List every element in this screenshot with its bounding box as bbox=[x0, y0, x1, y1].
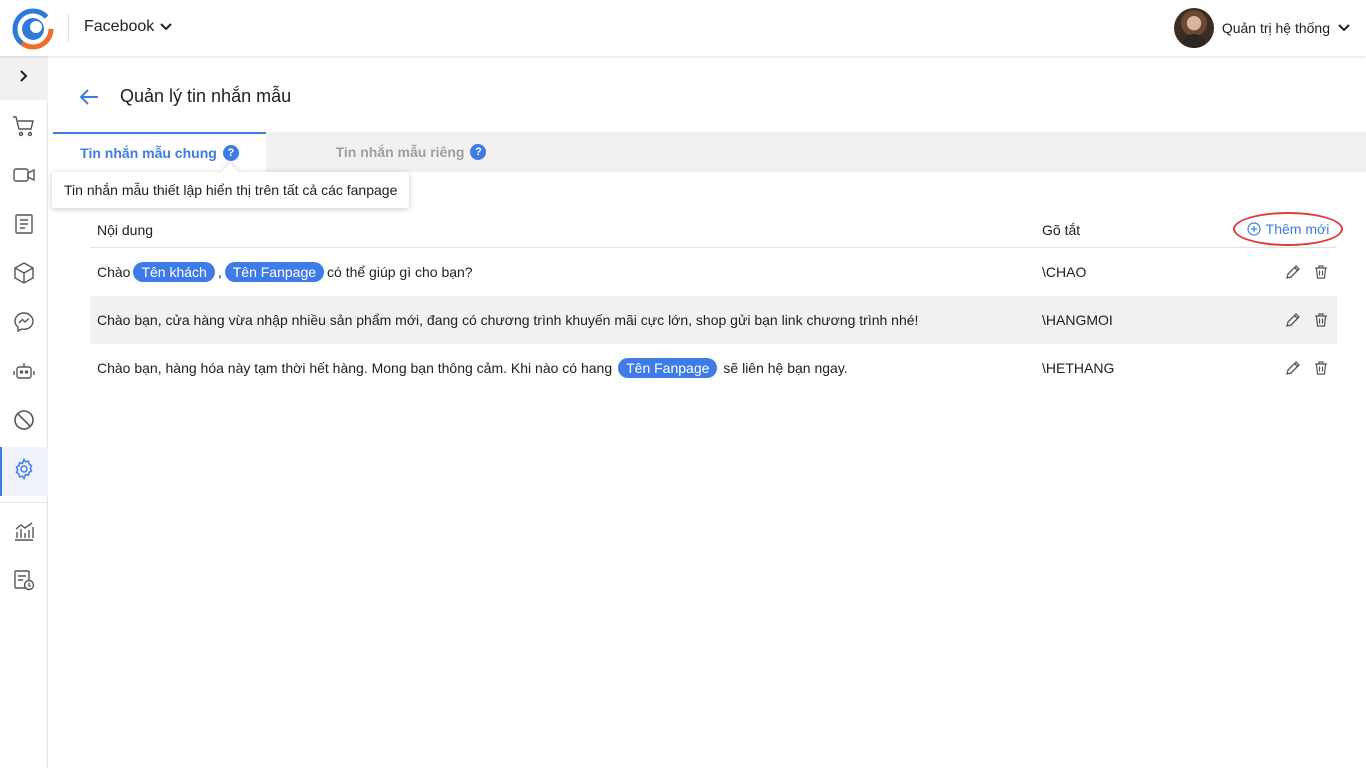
help-icon[interactable]: ? bbox=[470, 144, 487, 160]
row-actions bbox=[1285, 344, 1329, 392]
delete-button[interactable] bbox=[1313, 264, 1329, 280]
robot-icon bbox=[12, 359, 36, 388]
message-text: có thể giúp gì cho bạn? bbox=[327, 264, 473, 280]
gear-icon bbox=[12, 457, 36, 486]
user-menu[interactable]: Quản trị hệ thống bbox=[1173, 8, 1350, 48]
column-header-content: Nội dung bbox=[97, 222, 154, 238]
edit-button[interactable] bbox=[1285, 264, 1301, 280]
chevron-right-icon bbox=[19, 69, 29, 88]
top-header: Facebook Quản trị hệ thống bbox=[0, 0, 1366, 56]
sidebar-item-orders[interactable] bbox=[0, 104, 48, 153]
delete-button[interactable] bbox=[1313, 360, 1329, 376]
report-clock-icon bbox=[12, 568, 36, 597]
column-header-shortcut: Gõ tắt bbox=[1042, 222, 1081, 238]
app-logo[interactable] bbox=[12, 8, 54, 50]
shortcut-value: \CHAO bbox=[1042, 264, 1087, 280]
sidebar-item-messages[interactable] bbox=[0, 300, 48, 349]
channel-label: Facebook bbox=[84, 18, 155, 35]
cart-icon bbox=[12, 114, 36, 143]
row-actions bbox=[1285, 296, 1329, 344]
message-text: sẽ liên hệ bạn ngay. bbox=[723, 360, 848, 376]
tab-private-templates[interactable]: Tin nhắn mẫu riêng ? bbox=[266, 132, 556, 172]
sidebar-item-blocklist[interactable] bbox=[0, 398, 48, 447]
plus-circle-icon bbox=[1247, 222, 1261, 236]
page-header: Quản lý tin nhắn mẫu bbox=[78, 86, 291, 107]
sidebar-item-products[interactable] bbox=[0, 251, 48, 300]
sidebar-item-chatbot[interactable] bbox=[0, 349, 48, 398]
box-icon bbox=[12, 261, 36, 290]
channel-selector[interactable]: Facebook bbox=[84, 18, 172, 36]
tab-label: Tin nhắn mẫu chung bbox=[80, 145, 217, 161]
table-header: Nội dung Gõ tắt Thêm mới bbox=[90, 208, 1343, 248]
avatar bbox=[1173, 8, 1214, 48]
header-divider bbox=[68, 14, 69, 42]
tab-common-templates[interactable]: Tin nhắn mẫu chung ? bbox=[53, 132, 266, 172]
trash-icon bbox=[1315, 265, 1327, 279]
trash-icon bbox=[1315, 313, 1327, 327]
back-button[interactable] bbox=[78, 88, 100, 106]
arrow-left-icon bbox=[79, 88, 98, 105]
help-tooltip: Tin nhắn mẫu thiết lập hiển thị trên tất… bbox=[52, 172, 410, 208]
chevron-down-icon bbox=[160, 18, 172, 36]
main-content: Quản lý tin nhắn mẫu Tin nhắn mẫu chung … bbox=[48, 56, 1366, 768]
sidebar-expand-button[interactable] bbox=[0, 56, 48, 100]
message-text: Chào bạn, cửa hàng vừa nhập nhiều sản ph… bbox=[97, 312, 919, 328]
variable-chip-fanpage-name: Tên Fanpage bbox=[618, 358, 718, 378]
chart-icon bbox=[12, 519, 36, 548]
message-content: Chào Tên khách , Tên Fanpage có thể giúp… bbox=[97, 248, 473, 296]
sidebar-item-reports[interactable] bbox=[0, 558, 48, 607]
sidebar-item-livestream[interactable] bbox=[0, 153, 48, 202]
message-text: Chào bạn, hàng hóa này tạm thời hết hàng… bbox=[97, 360, 613, 376]
sidebar-item-statistics[interactable] bbox=[0, 509, 48, 558]
sidebar-item-posts[interactable] bbox=[0, 202, 48, 251]
message-text: Chào bbox=[97, 264, 131, 280]
message-content: Chào bạn, cửa hàng vừa nhập nhiều sản ph… bbox=[97, 296, 918, 344]
table-row: Chào bạn, cửa hàng vừa nhập nhiều sản ph… bbox=[90, 296, 1337, 344]
message-content: Chào bạn, hàng hóa này tạm thời hết hàng… bbox=[97, 344, 848, 392]
template-table: Nội dung Gõ tắt Thêm mới Chào Tên khách … bbox=[90, 208, 1343, 392]
user-name: Quản trị hệ thống bbox=[1221, 20, 1330, 36]
video-icon bbox=[12, 163, 36, 192]
tab-bar: Tin nhắn mẫu chung ? Tin nhắn mẫu riêng … bbox=[53, 132, 1366, 172]
row-actions bbox=[1285, 248, 1329, 296]
tab-label: Tin nhắn mẫu riêng bbox=[335, 144, 465, 160]
shortcut-value: \HANGMOI bbox=[1042, 312, 1113, 328]
messenger-icon bbox=[12, 310, 36, 339]
edit-button[interactable] bbox=[1285, 360, 1301, 376]
table-row: Chào Tên khách , Tên Fanpage có thể giúp… bbox=[90, 248, 1337, 296]
pencil-icon bbox=[1286, 313, 1300, 327]
message-text: , bbox=[217, 264, 222, 280]
chevron-down-icon bbox=[1338, 19, 1350, 37]
variable-chip-customer-name: Tên khách bbox=[133, 262, 215, 282]
trash-icon bbox=[1315, 361, 1327, 375]
edit-button[interactable] bbox=[1285, 312, 1301, 328]
delete-button[interactable] bbox=[1313, 312, 1329, 328]
pencil-icon bbox=[1286, 265, 1300, 279]
sidebar-item-settings[interactable] bbox=[0, 447, 48, 496]
help-icon[interactable]: ? bbox=[222, 145, 239, 161]
block-icon bbox=[12, 408, 36, 437]
sidebar-divider bbox=[0, 502, 48, 503]
page-title: Quản lý tin nhắn mẫu bbox=[120, 86, 292, 106]
table-row: Chào bạn, hàng hóa này tạm thời hết hàng… bbox=[90, 344, 1337, 392]
sidebar bbox=[0, 56, 48, 768]
add-new-button[interactable]: Thêm mới bbox=[1233, 212, 1343, 246]
document-icon bbox=[12, 212, 36, 241]
shortcut-value: \HETHANG bbox=[1042, 360, 1115, 376]
variable-chip-fanpage-name: Tên Fanpage bbox=[224, 262, 325, 282]
pencil-icon bbox=[1286, 361, 1300, 375]
add-new-label: Thêm mới bbox=[1265, 221, 1330, 237]
